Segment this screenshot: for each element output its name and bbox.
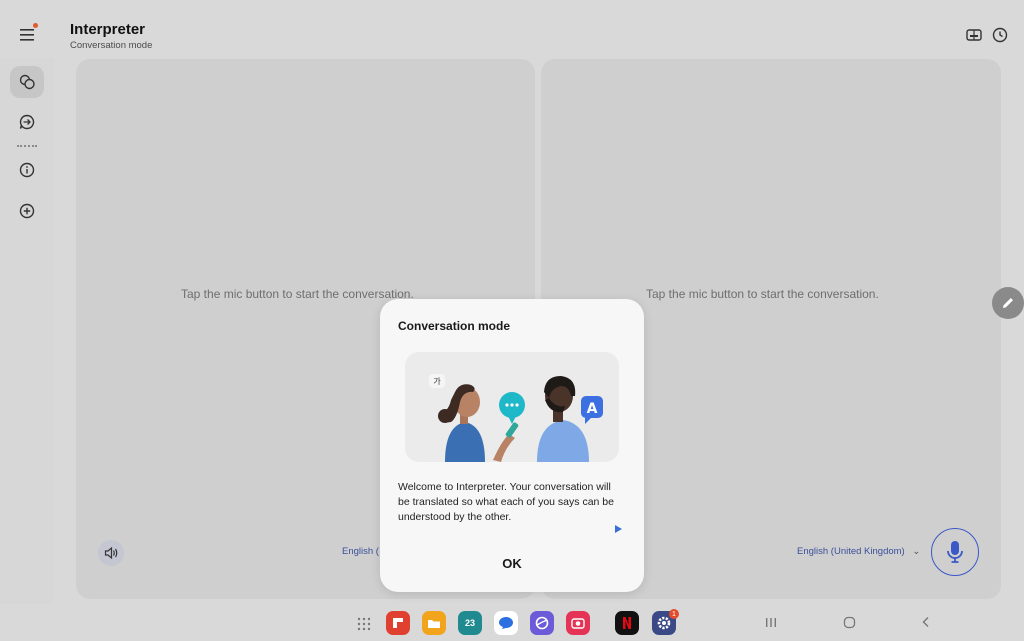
korean-glyph: 가 [433, 377, 441, 386]
rail-conversation-mode[interactable] [10, 66, 44, 98]
right-language-label: English (United Kingdom) [797, 546, 905, 557]
messages-icon [499, 617, 513, 629]
app-subtitle: Conversation mode [70, 40, 153, 51]
folder-icon [428, 619, 440, 628]
notification-dot [33, 23, 38, 28]
flipboard-app[interactable] [386, 611, 410, 635]
flipboard-icon [393, 618, 403, 628]
rail-listening-mode[interactable] [10, 106, 44, 138]
hamburger-icon [20, 29, 34, 41]
chat-arrow-icon [19, 114, 35, 130]
recents-icon [766, 617, 776, 627]
add-circle-icon [19, 203, 35, 219]
calendar-icon: 23 [464, 618, 475, 628]
internet-icon [535, 616, 549, 630]
menu-button[interactable] [14, 22, 40, 48]
chevron-down-icon: ⌄ [912, 546, 921, 557]
two-people-talking-illustration: 가 A [429, 374, 603, 462]
netflix-app[interactable] [615, 611, 639, 635]
pencil-icon [1003, 298, 1013, 308]
speaker-button[interactable] [98, 540, 124, 566]
play-icon[interactable] [612, 523, 624, 535]
conversation-mode-dialog: Conversation mode 가 A Welcome to Interpr… [380, 299, 644, 592]
rail-info[interactable] [10, 154, 44, 186]
edit-button[interactable] [992, 287, 1024, 319]
recents-button[interactable] [763, 614, 779, 630]
face-to-face-button[interactable] [965, 26, 983, 44]
screen-recorder-app[interactable] [566, 611, 590, 635]
info-icon [19, 162, 35, 178]
mic-button[interactable] [931, 528, 979, 576]
history-button[interactable] [991, 26, 1009, 44]
dialog-title: Conversation mode [398, 319, 511, 333]
left-pane-hint: Tap the mic button to start the conversa… [181, 287, 414, 301]
ok-button[interactable]: OK [482, 552, 542, 574]
speaker-icon [104, 546, 117, 560]
messages-app[interactable] [494, 611, 518, 635]
split-screen-icon [966, 29, 982, 41]
two-chat-bubbles-icon [19, 74, 35, 90]
files-app[interactable] [422, 611, 446, 635]
right-language-selector[interactable]: English (United Kingdom) ⌄ [797, 546, 920, 557]
home-icon [843, 616, 855, 628]
left-language-selector[interactable]: English ( [342, 546, 379, 557]
conversation-illustration: 가 A [405, 352, 619, 462]
side-rail [0, 58, 54, 604]
home-button[interactable] [841, 614, 857, 630]
settings-notification-badge: 1 [669, 609, 679, 619]
latin-glyph: A [587, 401, 598, 417]
apps-grid-icon[interactable] [357, 617, 371, 631]
microphone-icon [947, 541, 963, 563]
dialog-message: Welcome to Interpreter. Your conversatio… [398, 481, 614, 523]
app-title: Interpreter [70, 21, 146, 38]
left-language-label: English ( [342, 546, 379, 557]
back-button[interactable] [918, 614, 934, 630]
netflix-icon [623, 617, 631, 629]
back-icon [922, 617, 929, 627]
camera-icon [571, 618, 585, 629]
calendar-app[interactable]: 23 [458, 611, 482, 635]
rail-add[interactable] [10, 195, 44, 227]
internet-app[interactable] [530, 611, 554, 635]
clock-icon [992, 27, 1008, 43]
rail-divider [17, 145, 37, 147]
right-pane-hint: Tap the mic button to start the conversa… [646, 287, 879, 301]
